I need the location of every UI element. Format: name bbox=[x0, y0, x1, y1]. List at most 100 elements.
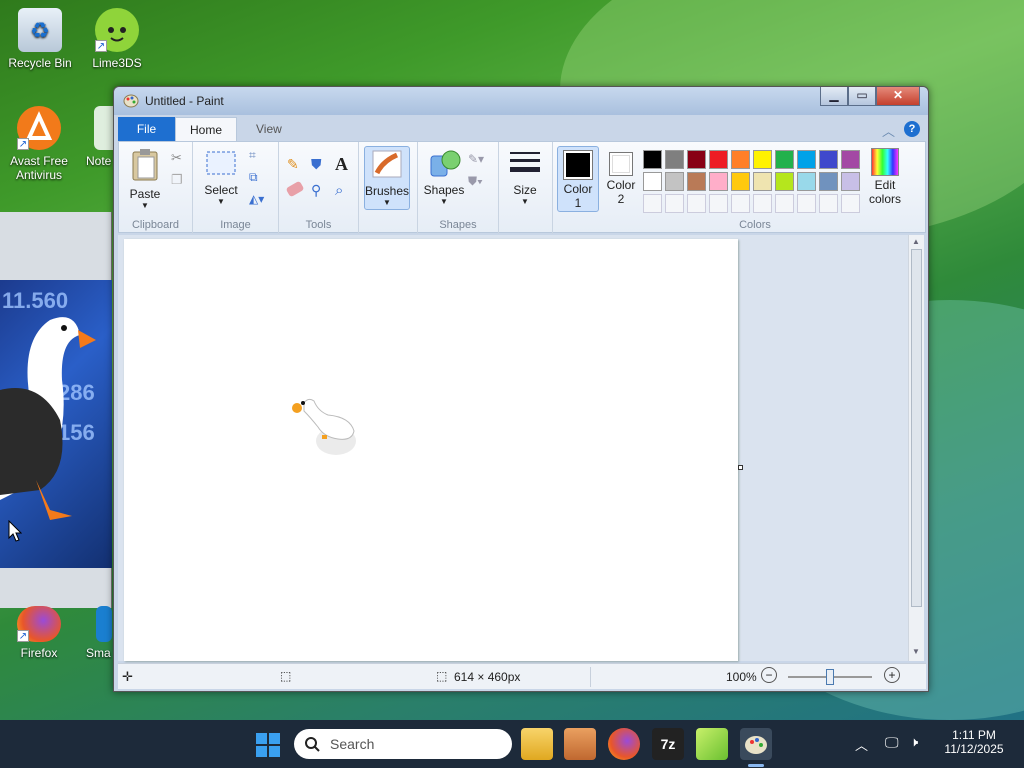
volume-muted-icon[interactable]: 🕨 bbox=[910, 734, 918, 750]
canvas-scroll-area[interactable] bbox=[118, 235, 908, 661]
notepad-taskbar-icon[interactable] bbox=[696, 728, 728, 760]
desktop-icon-firefox[interactable]: ↗ Firefox bbox=[1, 606, 77, 660]
paste-dropdown-icon[interactable]: ▼ bbox=[125, 201, 165, 210]
select-button[interactable]: Select ▼ bbox=[199, 148, 243, 206]
palette-swatch[interactable] bbox=[753, 172, 772, 191]
help-icon[interactable]: ? bbox=[904, 121, 920, 137]
color-picker-icon[interactable]: ⚲ bbox=[311, 182, 327, 198]
palette-swatch[interactable] bbox=[841, 194, 860, 213]
palette-swatch[interactable] bbox=[731, 194, 750, 213]
collapse-ribbon-icon[interactable]: ︿ bbox=[882, 121, 895, 140]
palette-swatch[interactable] bbox=[775, 150, 794, 169]
desktop-icon-avast[interactable]: ↗ Avast Free Antivirus bbox=[1, 106, 77, 182]
palette-swatch[interactable] bbox=[709, 172, 728, 191]
palette-swatch[interactable] bbox=[819, 150, 838, 169]
brushes-button[interactable]: Brushes ▼ bbox=[364, 146, 410, 210]
fill-bucket-icon[interactable]: ⛊ bbox=[311, 156, 327, 172]
crop-icon[interactable]: ⌗ bbox=[249, 148, 265, 164]
palette-swatch[interactable] bbox=[643, 172, 662, 191]
7zip-icon[interactable]: 7z bbox=[652, 728, 684, 760]
palette-swatch[interactable] bbox=[841, 172, 860, 191]
palette-swatch[interactable] bbox=[731, 150, 750, 169]
palette-swatch[interactable] bbox=[687, 172, 706, 191]
size-dropdown-icon[interactable]: ▼ bbox=[503, 197, 547, 206]
shapes-button[interactable]: Shapes ▼ bbox=[422, 148, 466, 206]
fill-icon[interactable]: ⛊▾ bbox=[468, 174, 492, 190]
tab-home[interactable]: Home bbox=[175, 117, 238, 141]
zoom-out-button[interactable]: − bbox=[761, 667, 777, 683]
rainbow-icon bbox=[871, 148, 899, 176]
tab-view[interactable]: View bbox=[242, 117, 296, 141]
brush-icon bbox=[372, 150, 402, 178]
palette-swatch[interactable] bbox=[819, 194, 838, 213]
palette-swatch[interactable] bbox=[775, 172, 794, 191]
palette-swatch[interactable] bbox=[665, 172, 684, 191]
palette-swatch[interactable] bbox=[687, 194, 706, 213]
palette-swatch[interactable] bbox=[753, 194, 772, 213]
resize-icon[interactable]: ⧉ bbox=[249, 170, 265, 186]
network-icon[interactable]: 🖵 bbox=[885, 734, 899, 751]
palette-swatch[interactable] bbox=[753, 150, 772, 169]
color2-button[interactable]: Color 2 bbox=[601, 146, 641, 212]
palette-swatch[interactable] bbox=[709, 150, 728, 169]
image-size-icon: ⬚ bbox=[436, 669, 448, 683]
vertical-scrollbar[interactable]: ▲ ▼ bbox=[908, 235, 924, 661]
outline-icon[interactable]: ✎▾ bbox=[468, 152, 492, 168]
palette-swatch[interactable] bbox=[643, 150, 662, 169]
resize-handle[interactable] bbox=[738, 465, 743, 470]
palette-swatch[interactable] bbox=[819, 172, 838, 191]
copy-icon[interactable]: ❐ bbox=[171, 172, 187, 188]
zoom-in-button[interactable]: + bbox=[884, 667, 900, 683]
palette-swatch[interactable] bbox=[797, 172, 816, 191]
start-button[interactable] bbox=[253, 730, 283, 760]
size-button[interactable]: Size ▼ bbox=[503, 148, 547, 206]
edit-colors-button[interactable]: Edit colors bbox=[863, 148, 907, 206]
palette-swatch[interactable] bbox=[841, 150, 860, 169]
desktop-icon-recycle-bin[interactable]: ♻ Recycle Bin bbox=[2, 8, 78, 70]
palette-swatch[interactable] bbox=[643, 194, 662, 213]
palette-swatch[interactable] bbox=[797, 194, 816, 213]
edit-colors-label: Edit bbox=[874, 178, 896, 192]
pencil-icon[interactable]: ✎ bbox=[287, 156, 303, 172]
scrollbar-thumb[interactable] bbox=[911, 249, 922, 607]
palette-swatch[interactable] bbox=[709, 194, 728, 213]
scroll-down-icon[interactable]: ▼ bbox=[912, 647, 920, 656]
palette-swatch[interactable] bbox=[665, 150, 684, 169]
clock[interactable]: 1:11 PM 11/12/2025 bbox=[942, 728, 1006, 756]
magnifier-icon[interactable]: ⌕ bbox=[335, 182, 351, 199]
zoom-slider-thumb[interactable] bbox=[826, 669, 834, 685]
text-tool-icon[interactable]: A bbox=[335, 154, 351, 174]
show-hidden-icons-icon[interactable]: ︿ bbox=[855, 735, 868, 754]
scroll-up-icon[interactable]: ▲ bbox=[912, 237, 920, 246]
taskbar-search[interactable]: Search bbox=[294, 729, 512, 759]
palette-swatch[interactable] bbox=[731, 172, 750, 191]
shapes-dropdown-icon[interactable]: ▼ bbox=[422, 197, 466, 206]
drawing-canvas[interactable] bbox=[124, 239, 743, 661]
paint-window[interactable]: Untitled - Paint ▁ ▭ ✕ File Home View ︿ … bbox=[113, 86, 929, 692]
select-dropdown-icon[interactable]: ▼ bbox=[199, 197, 243, 206]
brushes-dropdown-icon[interactable]: ▼ bbox=[365, 198, 409, 207]
maximize-button[interactable]: ▭ bbox=[848, 87, 876, 106]
rotate-icon[interactable]: ◭▾ bbox=[249, 192, 273, 208]
firefox-taskbar-icon[interactable] bbox=[608, 728, 640, 760]
eraser-icon[interactable] bbox=[285, 180, 305, 198]
media-player-icon[interactable] bbox=[564, 728, 596, 760]
close-button[interactable]: ✕ bbox=[876, 87, 920, 106]
desktop-icon-smart[interactable]: Sma bbox=[80, 606, 112, 660]
color1-button[interactable]: Color 1 bbox=[557, 146, 599, 212]
desktop-icon-notepad[interactable]: Note bbox=[74, 106, 114, 168]
desktop-icon-lime3ds[interactable]: ↗ Lime3DS bbox=[79, 8, 155, 70]
paint-taskbar-icon[interactable] bbox=[740, 728, 772, 760]
select-label: Select bbox=[204, 183, 238, 197]
tab-file[interactable]: File bbox=[118, 117, 175, 141]
file-explorer-icon[interactable] bbox=[521, 728, 553, 760]
paste-button[interactable]: Paste ▼ bbox=[125, 148, 165, 210]
title-bar[interactable]: Untitled - Paint ▁ ▭ ✕ bbox=[114, 87, 928, 115]
minimize-button[interactable]: ▁ bbox=[820, 87, 848, 106]
palette-swatch[interactable] bbox=[775, 194, 794, 213]
palette-swatch[interactable] bbox=[797, 150, 816, 169]
palette-swatch[interactable] bbox=[687, 150, 706, 169]
palette-swatch[interactable] bbox=[665, 194, 684, 213]
taskbar: Search 7z ︿ 🖵 🕨 1:11 PM 11/12/2025 bbox=[0, 720, 1024, 768]
cut-icon[interactable]: ✂ bbox=[171, 150, 187, 166]
